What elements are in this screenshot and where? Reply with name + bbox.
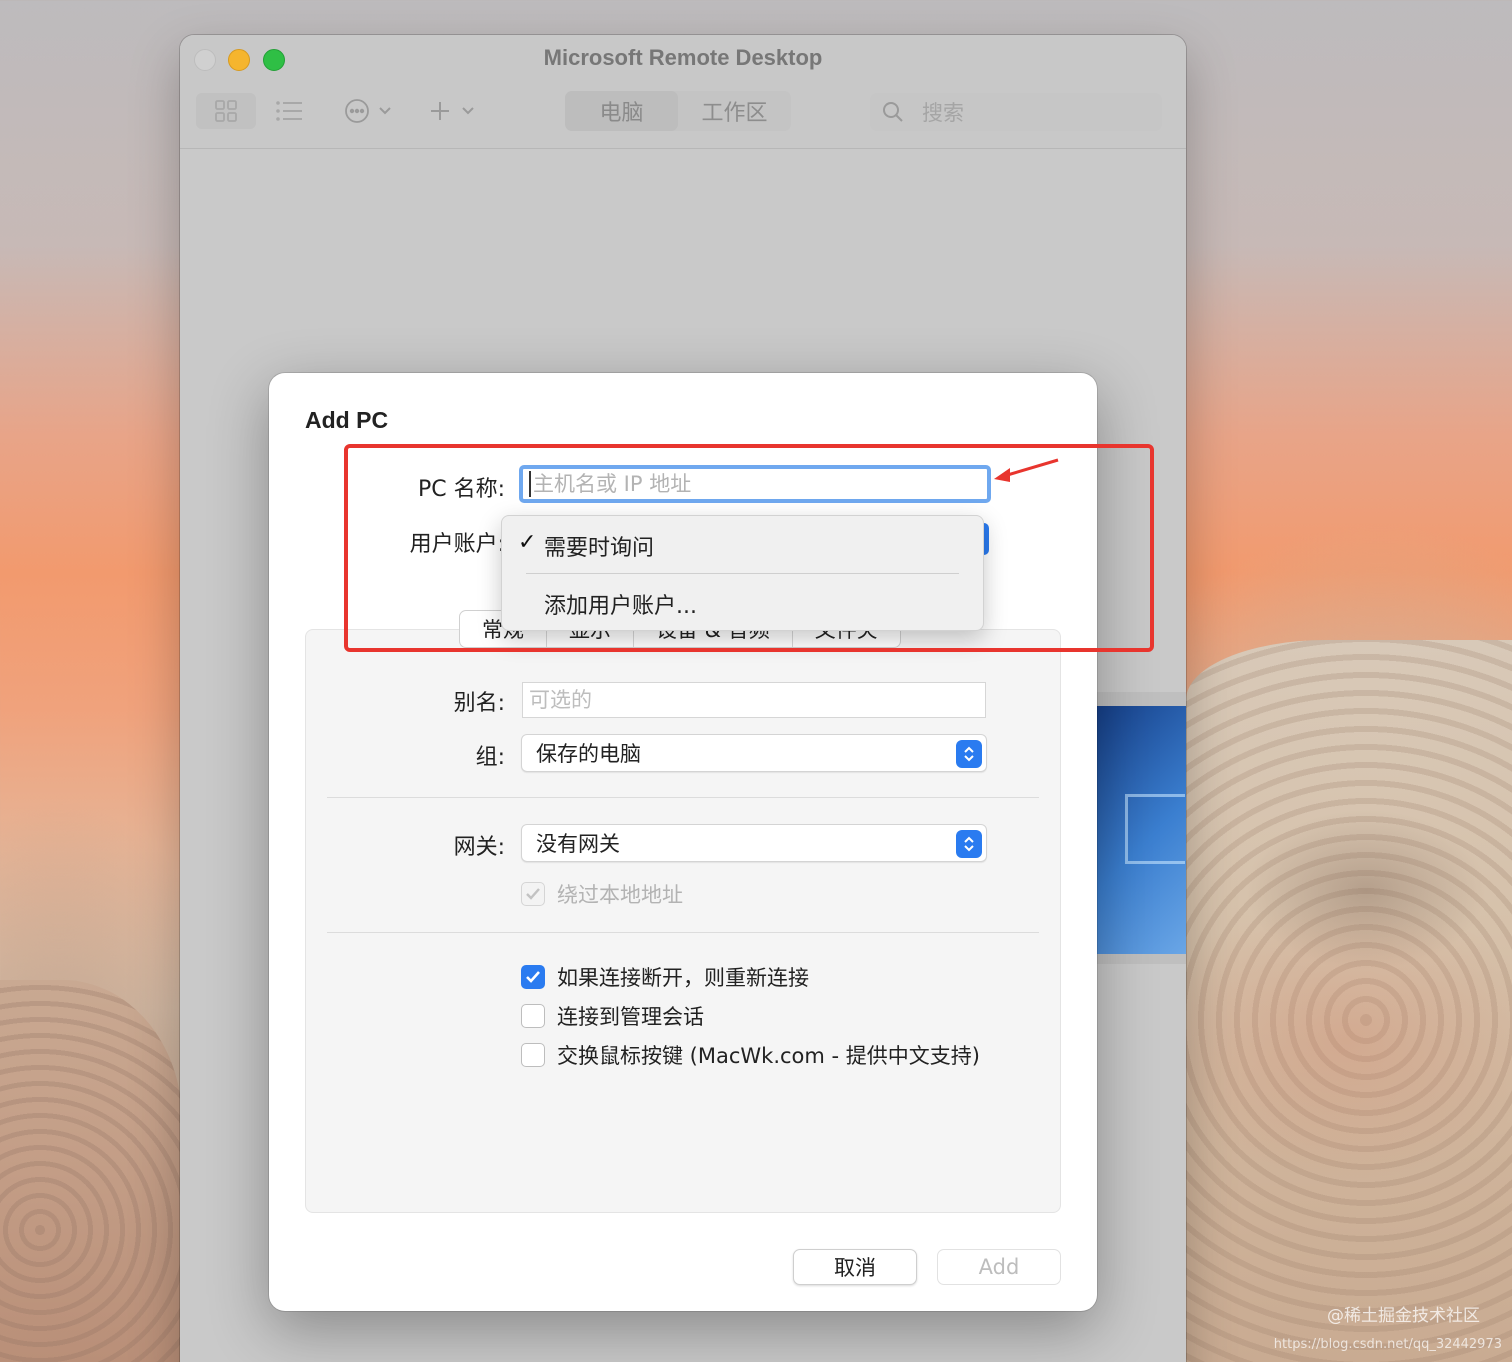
gateway-label: 网关: <box>453 835 505 860</box>
grid-icon <box>215 100 237 122</box>
alias-label: 别名: <box>453 691 505 716</box>
checkbox-unchecked-icon <box>521 1004 545 1028</box>
section-divider <box>327 932 1039 933</box>
alias-input[interactable] <box>529 688 985 712</box>
grid-view-button[interactable] <box>196 93 256 129</box>
add-pc-button[interactable]: Add <box>937 1249 1061 1285</box>
tab-workspaces[interactable]: 工作区 <box>678 91 791 131</box>
gateway-value: 没有网关 <box>536 832 620 856</box>
plus-icon <box>431 102 449 120</box>
checkbox-unchecked-icon <box>521 1043 545 1067</box>
admin-session-checkbox[interactable]: 连接到管理会话 <box>521 1001 704 1031</box>
cancel-button[interactable]: 取消 <box>793 1249 917 1285</box>
group-label: 组: <box>475 745 505 770</box>
reconnect-checkbox[interactable]: 如果连接断开，则重新连接 <box>521 962 809 992</box>
admin-session-label: 连接到管理会话 <box>557 1005 704 1029</box>
swap-mouse-label: 交换鼠标按键 (MacWk.com - 提供中文支持) <box>557 1044 980 1068</box>
popup-stepper-icon <box>956 830 982 858</box>
gateway-select[interactable]: 没有网关 <box>521 824 987 862</box>
watermark-url: https://blog.csdn.net/qq_32442973 <box>1273 1337 1502 1352</box>
section-divider <box>327 797 1039 798</box>
chevron-down-icon <box>462 107 474 115</box>
group-select[interactable]: 保存的电脑 <box>521 734 987 772</box>
reconnect-label: 如果连接断开，则重新连接 <box>557 966 809 990</box>
search-icon <box>883 102 903 122</box>
window-title: Microsoft Remote Desktop <box>543 45 823 70</box>
pc-thumbnail[interactable] <box>1097 692 1186 964</box>
bypass-local-label: 绕过本地地址 <box>557 883 683 907</box>
swap-mouse-checkbox[interactable]: 交换鼠标按键 (MacWk.com - 提供中文支持) <box>521 1040 980 1070</box>
group-value: 保存的电脑 <box>536 742 641 766</box>
search-placeholder: 搜索 <box>922 101 964 125</box>
ellipsis-circle-icon <box>345 99 369 123</box>
chevron-down-icon <box>379 107 391 115</box>
bypass-local-checkbox[interactable]: 绕过本地地址 <box>521 879 683 909</box>
annotation-arrow-icon <box>994 458 1059 482</box>
list-view-button[interactable] <box>264 93 314 129</box>
checkbox-checked-icon <box>521 882 545 906</box>
windows-logo-icon <box>1125 794 1185 864</box>
search-field[interactable]: 搜索 <box>870 93 1162 131</box>
popup-stepper-icon <box>956 740 982 768</box>
alias-field[interactable] <box>522 682 986 718</box>
more-actions-button[interactable] <box>338 93 398 129</box>
dialog-title: Add PC <box>305 407 389 433</box>
title-bar: Microsoft Remote Desktop 电脑 工作区 搜索 <box>180 35 1186 149</box>
tab-pcs[interactable]: 电脑 <box>565 91 678 131</box>
view-segmented-control: 电脑 工作区 <box>565 91 791 131</box>
list-icon <box>276 101 302 121</box>
checkbox-checked-icon <box>521 965 545 989</box>
watermark-text: @稀土掘金技术社区 <box>1327 1306 1480 1326</box>
background-rock-left <box>0 980 182 1362</box>
background-rock-right <box>1186 640 1512 1362</box>
add-button[interactable] <box>424 93 480 129</box>
